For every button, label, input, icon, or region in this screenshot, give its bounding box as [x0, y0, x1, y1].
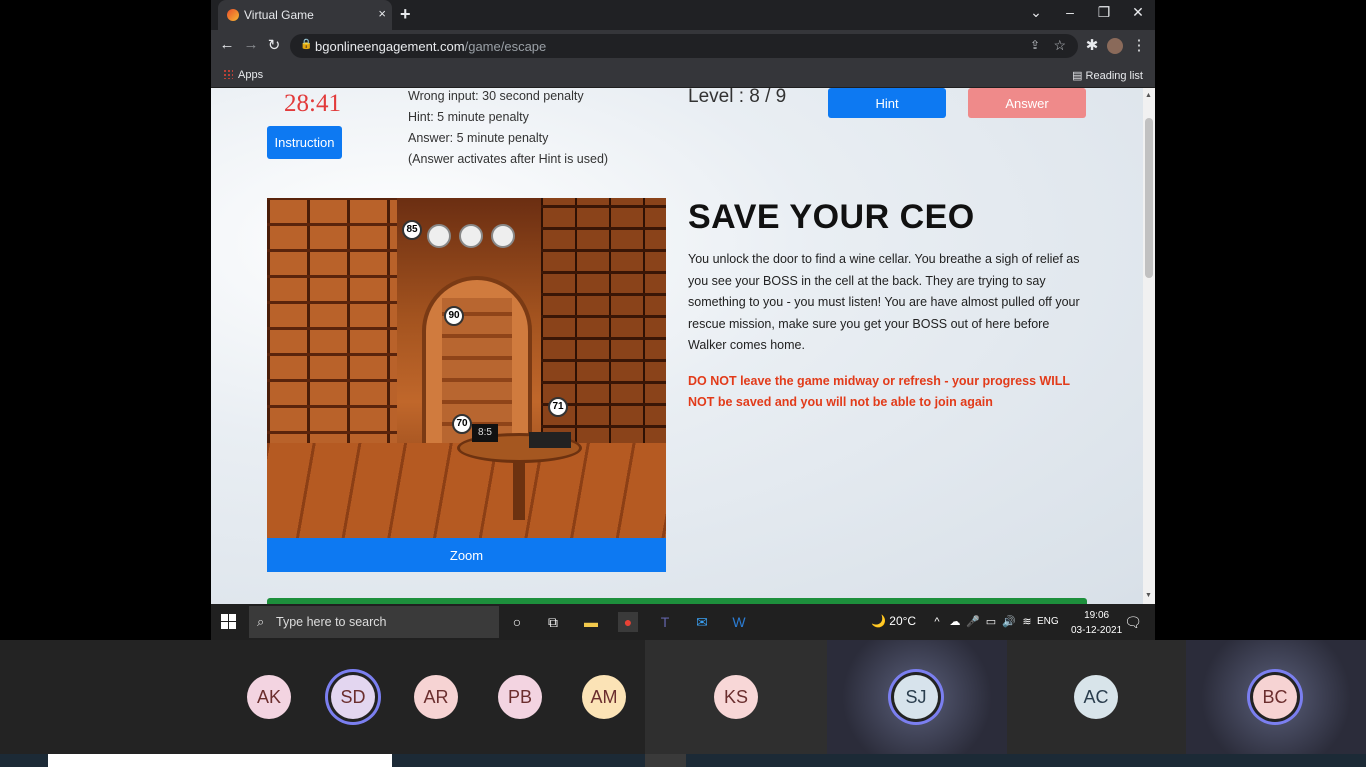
- scroll-up-icon[interactable]: ▲: [1145, 92, 1152, 99]
- penalty-answer: Answer: 5 minute penalty: [408, 131, 549, 145]
- participant-avatar[interactable]: AM: [582, 675, 626, 719]
- taskbar-search-box[interactable]: ⌕ Type here to search: [249, 606, 499, 638]
- wall-clocks: [422, 216, 522, 256]
- countdown-timer: 28:41: [284, 90, 341, 117]
- penalty-hint: Hint: 5 minute penalty: [408, 110, 529, 124]
- cellar-floor: [267, 443, 666, 538]
- scene-marker: 71: [548, 397, 568, 417]
- apps-grid-icon[interactable]: [223, 69, 233, 79]
- volume-icon[interactable]: 🔊: [999, 612, 1019, 632]
- taskbar-search-placeholder: Type here to search: [276, 615, 387, 629]
- hint-button[interactable]: Hint: [828, 88, 946, 118]
- game-page: 28:41 Instruction Wrong input: 30 second…: [211, 88, 1143, 604]
- participant-avatar[interactable]: AR: [414, 675, 458, 719]
- bookmark-star-icon[interactable]: ☆: [1053, 37, 1066, 54]
- penalty-note: (Answer activates after Hint is used): [408, 152, 609, 166]
- participant-tile[interactable]: BC: [1186, 640, 1366, 754]
- story-panel: SAVE YOUR CEO You unlock the door to fin…: [688, 198, 1088, 414]
- chrome-icon[interactable]: ●: [618, 612, 638, 632]
- forward-arrow-icon[interactable]: →: [241, 36, 261, 53]
- meeting-participants-strip: AK SD AR PB AM KS SJ AC BC: [0, 640, 1366, 754]
- share-icon[interactable]: ⇪: [1030, 38, 1040, 52]
- table-leg: [513, 460, 525, 520]
- participant-avatar: AC: [1074, 675, 1118, 719]
- digital-clock-display: 8:5: [472, 424, 498, 442]
- cortana-icon[interactable]: ○: [507, 612, 527, 632]
- wifi-icon[interactable]: ≋: [1017, 612, 1037, 632]
- tab-title: Virtual Game: [244, 8, 314, 22]
- tab-search-icon[interactable]: ⌄: [1021, 4, 1051, 21]
- browser-tab[interactable]: Virtual Game ×: [218, 0, 392, 30]
- participant-tile-group: AK SD AR PB AM: [0, 640, 645, 754]
- windows-start-icon[interactable]: [221, 614, 236, 629]
- reading-list-button[interactable]: ▤ Reading list: [1072, 69, 1143, 82]
- level-indicator: Level : 8 / 9: [688, 88, 787, 107]
- windows-taskbar: ⌕ Type here to search ○ ⧉ ▬ ● T ✉ W 🌙 20…: [211, 604, 1155, 640]
- participant-tile[interactable]: KS: [645, 640, 827, 754]
- onedrive-icon[interactable]: ☁: [945, 612, 965, 632]
- word-icon[interactable]: W: [729, 612, 749, 632]
- tab-favicon-icon: [227, 9, 239, 21]
- url-text: bgonlineengagement.com/game/escape: [315, 39, 547, 54]
- maximize-button[interactable]: ❐: [1089, 4, 1119, 21]
- scene-marker: 70: [452, 414, 472, 434]
- minimize-button[interactable]: –: [1055, 4, 1085, 20]
- host-taskbar: [0, 754, 1366, 767]
- microphone-icon[interactable]: 🎤: [963, 612, 983, 632]
- weather-widget[interactable]: 🌙 20°C: [871, 614, 916, 628]
- scroll-down-icon[interactable]: ▼: [1145, 592, 1152, 599]
- participant-avatar: BC: [1253, 675, 1297, 719]
- address-bar[interactable]: 🔒 bgonlineengagement.com/game/escape ⇪ ☆: [290, 34, 1078, 58]
- tray-chevron-icon[interactable]: ^: [927, 612, 947, 632]
- taskbar-date: 03-12-2021: [1071, 625, 1123, 636]
- reload-icon[interactable]: ↻: [264, 36, 284, 54]
- refresh-warning: DO NOT leave the game midway or refresh …: [688, 373, 1070, 410]
- story-title: SAVE YOUR CEO: [688, 198, 975, 236]
- participant-avatar[interactable]: PB: [498, 675, 542, 719]
- instruction-button[interactable]: Instruction: [267, 126, 342, 159]
- participant-avatar: KS: [714, 675, 758, 719]
- language-indicator[interactable]: ENG: [1037, 612, 1059, 632]
- task-view-icon[interactable]: ⧉: [543, 612, 563, 632]
- menu-kebab-icon[interactable]: ⋮: [1129, 36, 1149, 54]
- apps-link[interactable]: Apps: [238, 69, 263, 81]
- participant-tile[interactable]: SJ: [827, 640, 1007, 754]
- bookmarks-bar: Apps ▤ Reading list: [211, 62, 1155, 88]
- participant-avatar[interactable]: AK: [247, 675, 291, 719]
- participant-tile[interactable]: AC: [1007, 640, 1186, 754]
- zoom-button[interactable]: Zoom: [267, 538, 666, 572]
- teams-icon[interactable]: T: [655, 612, 675, 632]
- profile-avatar[interactable]: [1107, 38, 1123, 54]
- page-scrollbar[interactable]: ▲ ▼: [1143, 88, 1155, 604]
- file-explorer-icon[interactable]: ▬: [581, 612, 601, 632]
- clock-icon: [459, 224, 483, 248]
- tab-close-icon[interactable]: ×: [378, 6, 386, 21]
- penalty-wrong-input: Wrong input: 30 second penalty: [408, 89, 584, 103]
- scene-marker: 85: [402, 220, 422, 240]
- scrollbar-thumb[interactable]: [1145, 118, 1153, 278]
- taskbar-clock[interactable]: 19:06 03-12-2021: [1071, 608, 1122, 638]
- taskbar-time: 19:06: [1084, 610, 1110, 621]
- battery-icon[interactable]: ▭: [981, 612, 1001, 632]
- story-text: You unlock the door to find a wine cella…: [688, 252, 1080, 352]
- host-active-app[interactable]: [645, 754, 686, 767]
- lock-icon: 🔒: [300, 39, 313, 50]
- close-window-button[interactable]: ✕: [1123, 4, 1153, 21]
- penalty-rules: Wrong input: 30 second penalty Hint: 5 m…: [408, 88, 608, 170]
- extensions-icon[interactable]: ✱: [1082, 36, 1102, 54]
- participant-avatar[interactable]: SD: [331, 675, 375, 719]
- clock-icon: [427, 224, 451, 248]
- clock-icon: [491, 224, 515, 248]
- answer-button[interactable]: Answer: [968, 88, 1086, 118]
- host-search-box[interactable]: [48, 754, 392, 767]
- black-box: [529, 432, 571, 448]
- search-icon: ⌕: [257, 614, 265, 629]
- notification-icon[interactable]: 🗨: [1123, 612, 1143, 632]
- scene-marker: 90: [444, 306, 464, 326]
- wine-cellar-scene-image[interactable]: 8:5 85 90 70 71: [267, 198, 666, 538]
- mail-icon[interactable]: ✉: [692, 612, 712, 632]
- back-arrow-icon[interactable]: ←: [217, 36, 237, 53]
- participant-avatar: SJ: [894, 675, 938, 719]
- new-tab-button[interactable]: +: [400, 4, 411, 25]
